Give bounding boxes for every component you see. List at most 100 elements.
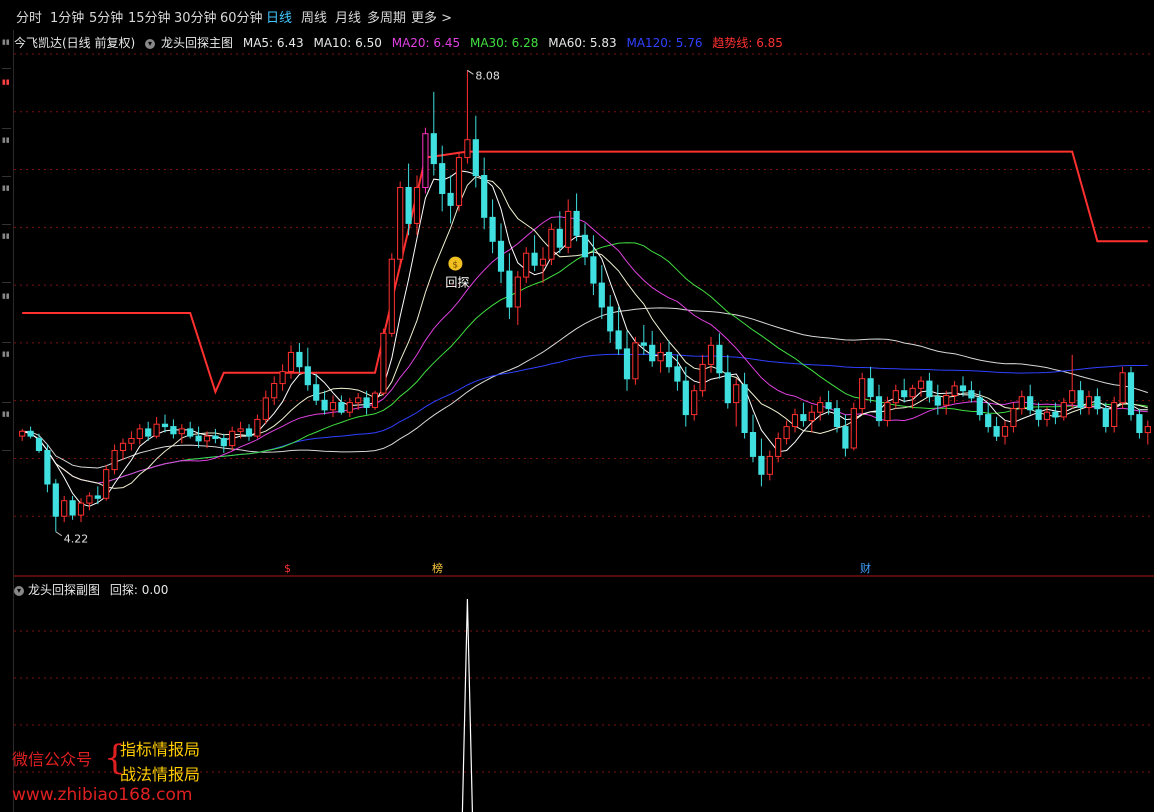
period-tab-2[interactable]: 5分钟 [89,7,123,26]
candle-body [674,366,681,382]
candle-body [262,397,269,420]
candle-body [691,390,698,416]
candle-body [859,378,866,410]
candle-body [716,344,723,374]
period-tab-6[interactable]: 日线 [266,7,292,26]
candle-body [77,502,85,516]
toolbar-tool-3[interactable]: ▮▮ [2,136,11,177]
legend-ma5: MA5: 6.43 [242,36,304,50]
collapse-icon[interactable]: ▾ [14,585,24,596]
candle-body [27,430,34,437]
period-tab-9[interactable]: 多周期 [367,7,406,26]
ma30-line [22,242,1148,484]
period-tab-7[interactable]: 周线 [301,7,327,26]
candle-body [203,435,211,442]
candle-body [649,344,656,362]
candle-body [775,438,782,457]
candle-body [161,423,169,428]
candle-body [296,351,303,368]
main-chart[interactable]: 8.08 4.22 $ 回探 $ 榜 财 [14,30,1154,577]
candle-body [724,372,731,404]
high-price-label: 8.08 [475,69,500,82]
candle-body [707,344,715,365]
period-tab-3[interactable]: 15分钟 [128,7,171,26]
candle-body [355,397,362,404]
candle-body [1111,402,1118,428]
candle-body [481,175,488,218]
stock-title[interactable]: 今飞凯达(日线 前复权) [14,36,135,50]
candle-body [1094,396,1101,410]
candle-body [632,342,639,380]
candle-body [951,385,958,396]
candle-body [884,402,891,422]
trend-line [22,150,1148,395]
event-marker[interactable]: $ [284,562,291,575]
candle-body [833,408,841,428]
toolbar-tool-8[interactable]: ▮▮ [2,410,11,451]
candle-body [119,442,127,451]
candle-body [346,402,353,413]
candle-body [514,276,521,308]
candle-body [455,157,463,206]
toolbar-tool-1[interactable]: ▮▮ [2,38,11,69]
collapse-icon[interactable]: ▾ [145,38,156,49]
candle-body [447,192,454,206]
candle-body [917,380,925,389]
candle-body [279,371,286,385]
candle-body [985,414,992,428]
event-marker[interactable]: 财 [860,561,871,575]
candle-body [791,414,799,428]
candle-body [321,399,328,411]
watermark-line2: 战法情报局 [120,765,201,784]
candle-body [783,426,790,440]
candle-body [850,408,857,449]
candle-body [733,384,740,404]
candle-body [909,387,916,398]
candle-body [1018,396,1025,410]
candle-body [489,216,496,242]
candle-body [397,187,404,260]
candle-body [615,330,622,350]
event-marker[interactable]: 榜 [432,561,443,575]
toolbar-tool-4[interactable]: ▮▮ [2,184,11,225]
period-tab-10[interactable]: 更多 > [411,7,452,26]
candle-body [800,414,807,422]
candle-body [430,133,437,165]
candle-body [741,384,748,434]
candle-body [968,390,975,399]
candle-body [556,228,563,248]
candle-body [926,380,933,398]
main-indicator-name[interactable]: 龙头回探主图 [161,36,233,50]
candle-body [581,234,589,258]
candle-body [1136,414,1143,434]
candle-body [665,351,673,368]
toolbar-tool-2[interactable]: ▮▮ [2,78,11,129]
period-tab-5[interactable]: 60分钟 [220,7,263,26]
period-tab-1[interactable]: 1分钟 [50,7,84,26]
candle-body [825,402,832,410]
toolbar-tool-5[interactable]: ▮▮ [2,232,11,283]
candle-body [548,228,555,260]
period-tab-8[interactable]: 月线 [335,7,361,26]
signal-label: 回探 [445,276,469,290]
sub-indicator-name[interactable]: 龙头回探副图 [28,583,100,597]
candle-body [439,163,446,195]
candle-body [254,418,261,437]
candle-body [245,428,253,437]
toolbar-tool-6[interactable]: ▮▮ [2,292,11,343]
toolbar-tool-7[interactable]: ▮▮ [2,350,11,403]
candle-body [313,384,320,401]
main-legend: 今飞凯达(日线 前复权) ▾ 龙头回探主图 MA5: 6.43 MA10: 6.5… [14,34,789,50]
candle-body [145,428,152,437]
candle-body [1077,390,1084,408]
candle-body [472,139,479,177]
period-tab-4[interactable]: 30分钟 [174,7,217,26]
candle-body [405,187,412,224]
candle-body [61,500,68,517]
candle-body [749,432,757,457]
period-toolbar: 分时 1分钟 5分钟 15分钟 30分钟 60分钟 日线 周线 月线 多周期 更多 > [0,0,1154,30]
candle-body [271,383,278,399]
period-tab-0[interactable]: 分时 [16,7,42,26]
candle-body [875,396,883,422]
candle-body [178,428,185,435]
